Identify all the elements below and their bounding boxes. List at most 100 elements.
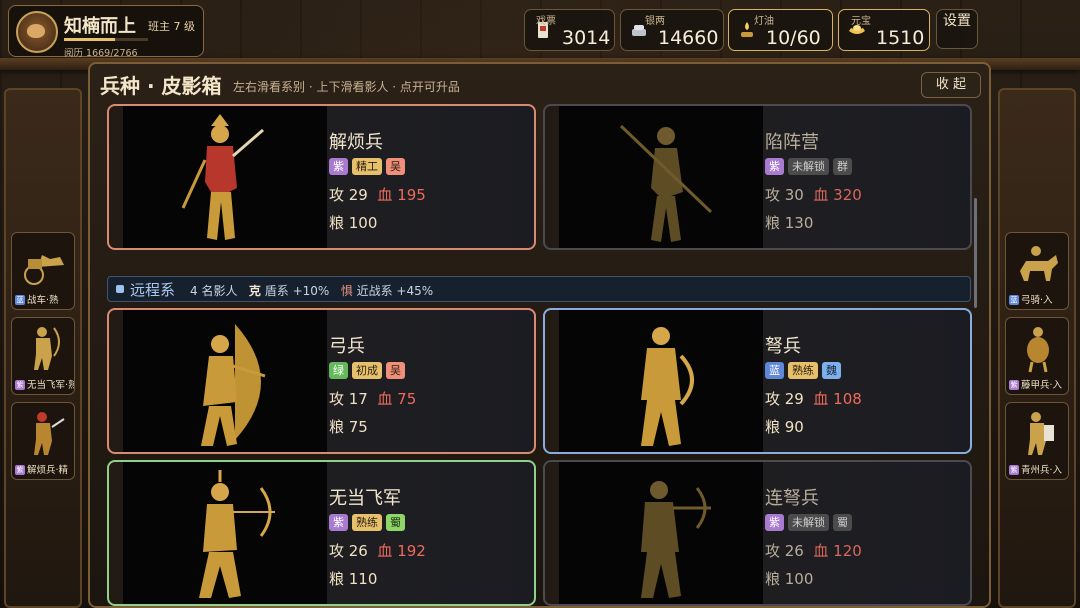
food-stat: 粮 130 <box>765 214 814 232</box>
quality-badge: 蓝 <box>15 295 25 305</box>
horse-archer-icon <box>1020 246 1058 281</box>
chariot-icon <box>24 255 64 285</box>
resource-value: 3014 <box>562 27 611 49</box>
resource-label: 元宝 <box>851 16 871 27</box>
unit-card-wudang[interactable]: 无当飞军 紫熟练蜀 攻 26 血 192 粮 110 <box>107 460 536 606</box>
player-card[interactable]: 知楠而上 班主 7 级 阅历 1669/2766 <box>8 5 204 59</box>
food-stat: 粮 75 <box>329 418 368 436</box>
unit-name: 陷阵营 <box>765 132 819 153</box>
food-stat: 粮 110 <box>329 570 378 588</box>
resource-label: 灯油 <box>754 16 774 27</box>
panel-subtitle: 左右滑看系别 · 上下滑看影人 · 点开可升品 <box>233 80 460 94</box>
faction-badge: 蜀 <box>833 514 852 531</box>
grade-badge: 熟练 <box>352 514 382 531</box>
resource-value: 10/60 <box>766 27 821 49</box>
archer-figure-icon <box>34 327 60 370</box>
scrollbar[interactable] <box>974 198 977 308</box>
food-stat: 粮 90 <box>765 418 804 436</box>
grade-badge: 熟练 <box>788 362 818 379</box>
unit-name: 解烦兵 <box>329 132 383 153</box>
shield-soldier-icon <box>1027 327 1049 373</box>
unit-label: 弓骑·入 <box>1021 295 1053 306</box>
resource-label: 银两 <box>645 16 665 27</box>
fear-value: 近战系 +45% <box>356 284 434 298</box>
unit-name: 弓兵 <box>329 336 365 357</box>
unit-name: 弩兵 <box>765 336 801 357</box>
unit-label: 无当飞军·熟 <box>27 380 75 391</box>
archer-figure-icon <box>199 470 275 598</box>
panel-title: 兵种 · 皮影箱 <box>100 74 222 98</box>
unit-card-jiefan[interactable]: 解烦兵 紫精工吴 攻 29 血 195 粮 100 <box>107 104 536 250</box>
unit-card-crossbow[interactable]: 弩兵 蓝熟练魏 攻 29 血 108 粮 90 <box>543 308 972 454</box>
series-name: 远程系 <box>130 281 176 299</box>
hp-stat: 血 120 <box>813 542 862 560</box>
settings-label: 设置 <box>943 13 971 29</box>
attack-stat: 攻 17 <box>329 390 368 408</box>
resource-tickets[interactable]: 戏票 3014 <box>524 9 615 51</box>
grade-badge: 初成 <box>352 362 382 379</box>
unit-art <box>559 462 763 604</box>
lock-badge: 未解锁 <box>788 514 829 531</box>
unit-card-xianzhen[interactable]: 陷阵营 紫未解锁群 攻 30 血 320 粮 130 <box>543 104 972 250</box>
collapse-button[interactable]: 收 起 <box>921 72 981 98</box>
resource-value: 14660 <box>658 27 719 49</box>
attack-stat: 攻 26 <box>765 542 804 560</box>
resource-ingots[interactable]: 元宝 1510 <box>838 9 930 51</box>
counter-value: 盾系 +10% <box>264 284 330 298</box>
unit-art <box>559 310 763 452</box>
crossbow-figure-icon <box>641 327 694 446</box>
left-unit-jiefan[interactable]: 紫解烦兵·精 <box>11 402 75 480</box>
faction-badge: 魏 <box>822 362 841 379</box>
unit-label: 解烦兵·精 <box>27 465 69 476</box>
infantry-figure-icon <box>1028 412 1054 455</box>
swordsman-figure-icon <box>181 114 264 240</box>
avatar[interactable] <box>16 11 58 53</box>
left-unit-chariot[interactable]: 蓝战车·熟 <box>11 232 75 310</box>
counter-label: 克 <box>248 284 261 298</box>
resource-label: 戏票 <box>536 16 556 27</box>
resource-silver[interactable]: 银两 14660 <box>620 9 724 51</box>
lock-badge: 未解锁 <box>788 158 829 175</box>
player-exp: 阅历 1669/2766 <box>64 48 138 59</box>
unit-card-repeating-crossbow[interactable]: 连弩兵 紫未解锁蜀 攻 26 血 120 粮 100 <box>543 460 972 606</box>
grade-badge: 精工 <box>352 158 382 175</box>
fear-label: 惧 <box>340 284 353 298</box>
unit-card-archer[interactable]: 弓兵 绿初成吴 攻 17 血 75 粮 75 <box>107 308 536 454</box>
swordsman-figure-icon <box>34 412 65 455</box>
series-header-ranged[interactable]: 远程系 4 名影人 克 盾系 +10% 惧 近战系 +45% <box>107 276 971 302</box>
food-stat: 粮 100 <box>329 214 378 232</box>
right-unit-tengjia[interactable]: 紫藤甲兵·入 <box>1005 317 1069 395</box>
quality-badge: 紫 <box>1009 380 1019 390</box>
series-marker <box>116 285 124 293</box>
hp-stat: 血 195 <box>377 186 426 204</box>
unit-name: 连弩兵 <box>765 488 819 509</box>
right-unit-horse-archer[interactable]: 蓝弓骑·入 <box>1005 232 1069 310</box>
archer-figure-icon <box>201 324 266 446</box>
crossbow-figure-icon <box>641 481 711 598</box>
quality-badge: 紫 <box>765 514 784 531</box>
faction-badge: 吴 <box>386 158 405 175</box>
quality-badge: 紫 <box>15 465 25 475</box>
quality-badge: 蓝 <box>765 362 784 379</box>
hp-stat: 血 75 <box>377 390 417 408</box>
food-stat: 粮 100 <box>765 570 814 588</box>
right-unit-qingzhou[interactable]: 紫青州兵·入 <box>1005 402 1069 480</box>
resource-value: 1510 <box>876 27 925 49</box>
faction-badge: 吴 <box>386 362 405 379</box>
quality-badge: 绿 <box>329 362 348 379</box>
unit-label: 青州兵·入 <box>1021 465 1063 476</box>
unit-art <box>123 462 327 604</box>
quality-badge: 紫 <box>765 158 784 175</box>
resource-lamp-oil[interactable]: 灯油 10/60 <box>728 9 833 51</box>
attack-stat: 攻 29 <box>329 186 368 204</box>
attack-stat: 攻 26 <box>329 542 368 560</box>
exp-bar <box>64 38 148 41</box>
settings-button[interactable]: 设置 <box>936 9 978 49</box>
player-rank: 班主 7 级 <box>148 20 195 33</box>
unit-art <box>559 106 763 248</box>
quality-badge: 紫 <box>329 514 348 531</box>
attack-stat: 攻 30 <box>765 186 804 204</box>
series-info: 4 名影人 克 盾系 +10% 惧 近战系 +45% <box>190 282 433 299</box>
hp-stat: 血 108 <box>813 390 862 408</box>
left-unit-wudang[interactable]: 紫无当飞军·熟 <box>11 317 75 395</box>
